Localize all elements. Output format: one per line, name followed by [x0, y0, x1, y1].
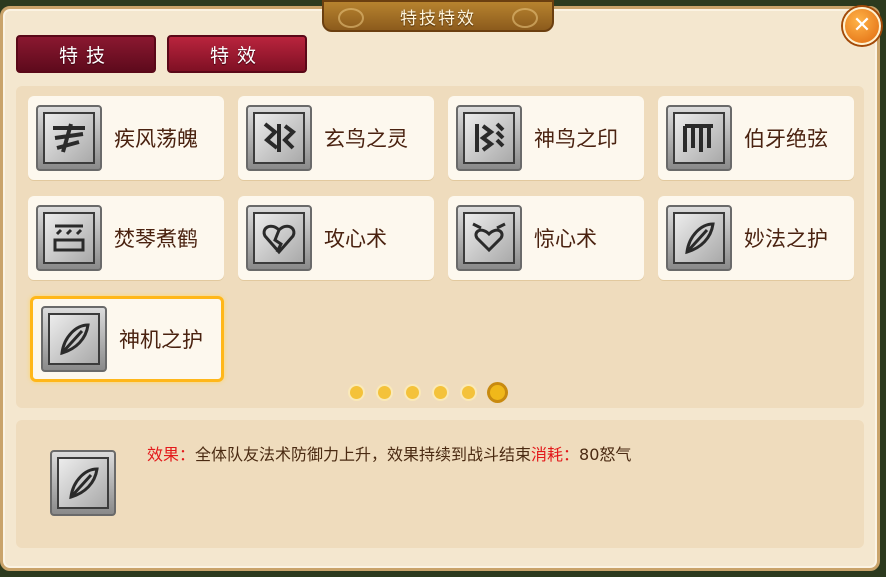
- page-dot[interactable]: [378, 386, 391, 399]
- effect-label: 效果：: [147, 445, 196, 464]
- heart-break-icon: [246, 205, 312, 271]
- page-dot-active[interactable]: [490, 385, 505, 400]
- title-bar: 特技特效: [322, 0, 554, 32]
- wind-glyph-icon: [36, 105, 102, 171]
- skill-label: 神机之护: [119, 328, 203, 352]
- page-dot[interactable]: [406, 386, 419, 399]
- skill-label: 惊心术: [534, 227, 597, 251]
- page-dot[interactable]: [350, 386, 363, 399]
- leaf-feather-icon: [666, 205, 732, 271]
- page-dot[interactable]: [462, 386, 475, 399]
- skill-card-1[interactable]: 疾风荡魄: [28, 96, 224, 180]
- skill-card-3[interactable]: 神鸟之印: [448, 96, 644, 180]
- heart-glyph-icon: [456, 205, 522, 271]
- leaf-feather-icon: [41, 306, 107, 372]
- page-dot[interactable]: [434, 386, 447, 399]
- skill-label: 神鸟之印: [534, 127, 618, 151]
- pagination-dots: [350, 385, 505, 400]
- skill-label: 妙法之护: [744, 227, 828, 251]
- skill-card-6[interactable]: 攻心术: [238, 196, 434, 280]
- skill-card-2[interactable]: 玄鸟之灵: [238, 96, 434, 180]
- close-icon: ✕: [852, 13, 872, 38]
- skill-label: 攻心术: [324, 227, 387, 251]
- skill-card-9[interactable]: 神机之护: [30, 296, 224, 382]
- bird-glyph-icon: [246, 105, 312, 171]
- skill-label: 焚琴煮鹤: [114, 227, 198, 251]
- window-title: 特技特效: [400, 8, 476, 29]
- skill-card-5[interactable]: 焚琴煮鹤: [28, 196, 224, 280]
- skill-label: 玄鸟之灵: [324, 127, 408, 151]
- tab-effects[interactable]: 特效: [167, 35, 307, 73]
- tab-skills[interactable]: 特技: [16, 35, 156, 73]
- feather-glyph-icon: [456, 105, 522, 171]
- skill-card-8[interactable]: 妙法之护: [658, 196, 854, 280]
- skill-card-7[interactable]: 惊心术: [448, 196, 644, 280]
- skill-card-4[interactable]: 伯牙绝弦: [658, 96, 854, 180]
- skill-label: 疾风荡魄: [114, 127, 198, 151]
- zither-glyph-icon: [36, 205, 102, 271]
- harp-glyph-icon: [666, 105, 732, 171]
- cost-label: 消耗：: [531, 445, 580, 464]
- effect-text: 全体队友法术防御力上升，效果持续到战斗结束: [195, 445, 532, 464]
- skill-label: 伯牙绝弦: [744, 127, 828, 151]
- close-button[interactable]: ✕: [843, 7, 881, 45]
- skill-description: 效果：全体队友法术防御力上升，效果持续到战斗结束消耗：80怒气: [147, 441, 631, 465]
- description-panel: [16, 420, 864, 548]
- cost-text: 80怒气: [579, 445, 632, 464]
- leaf-feather-icon: [50, 450, 116, 516]
